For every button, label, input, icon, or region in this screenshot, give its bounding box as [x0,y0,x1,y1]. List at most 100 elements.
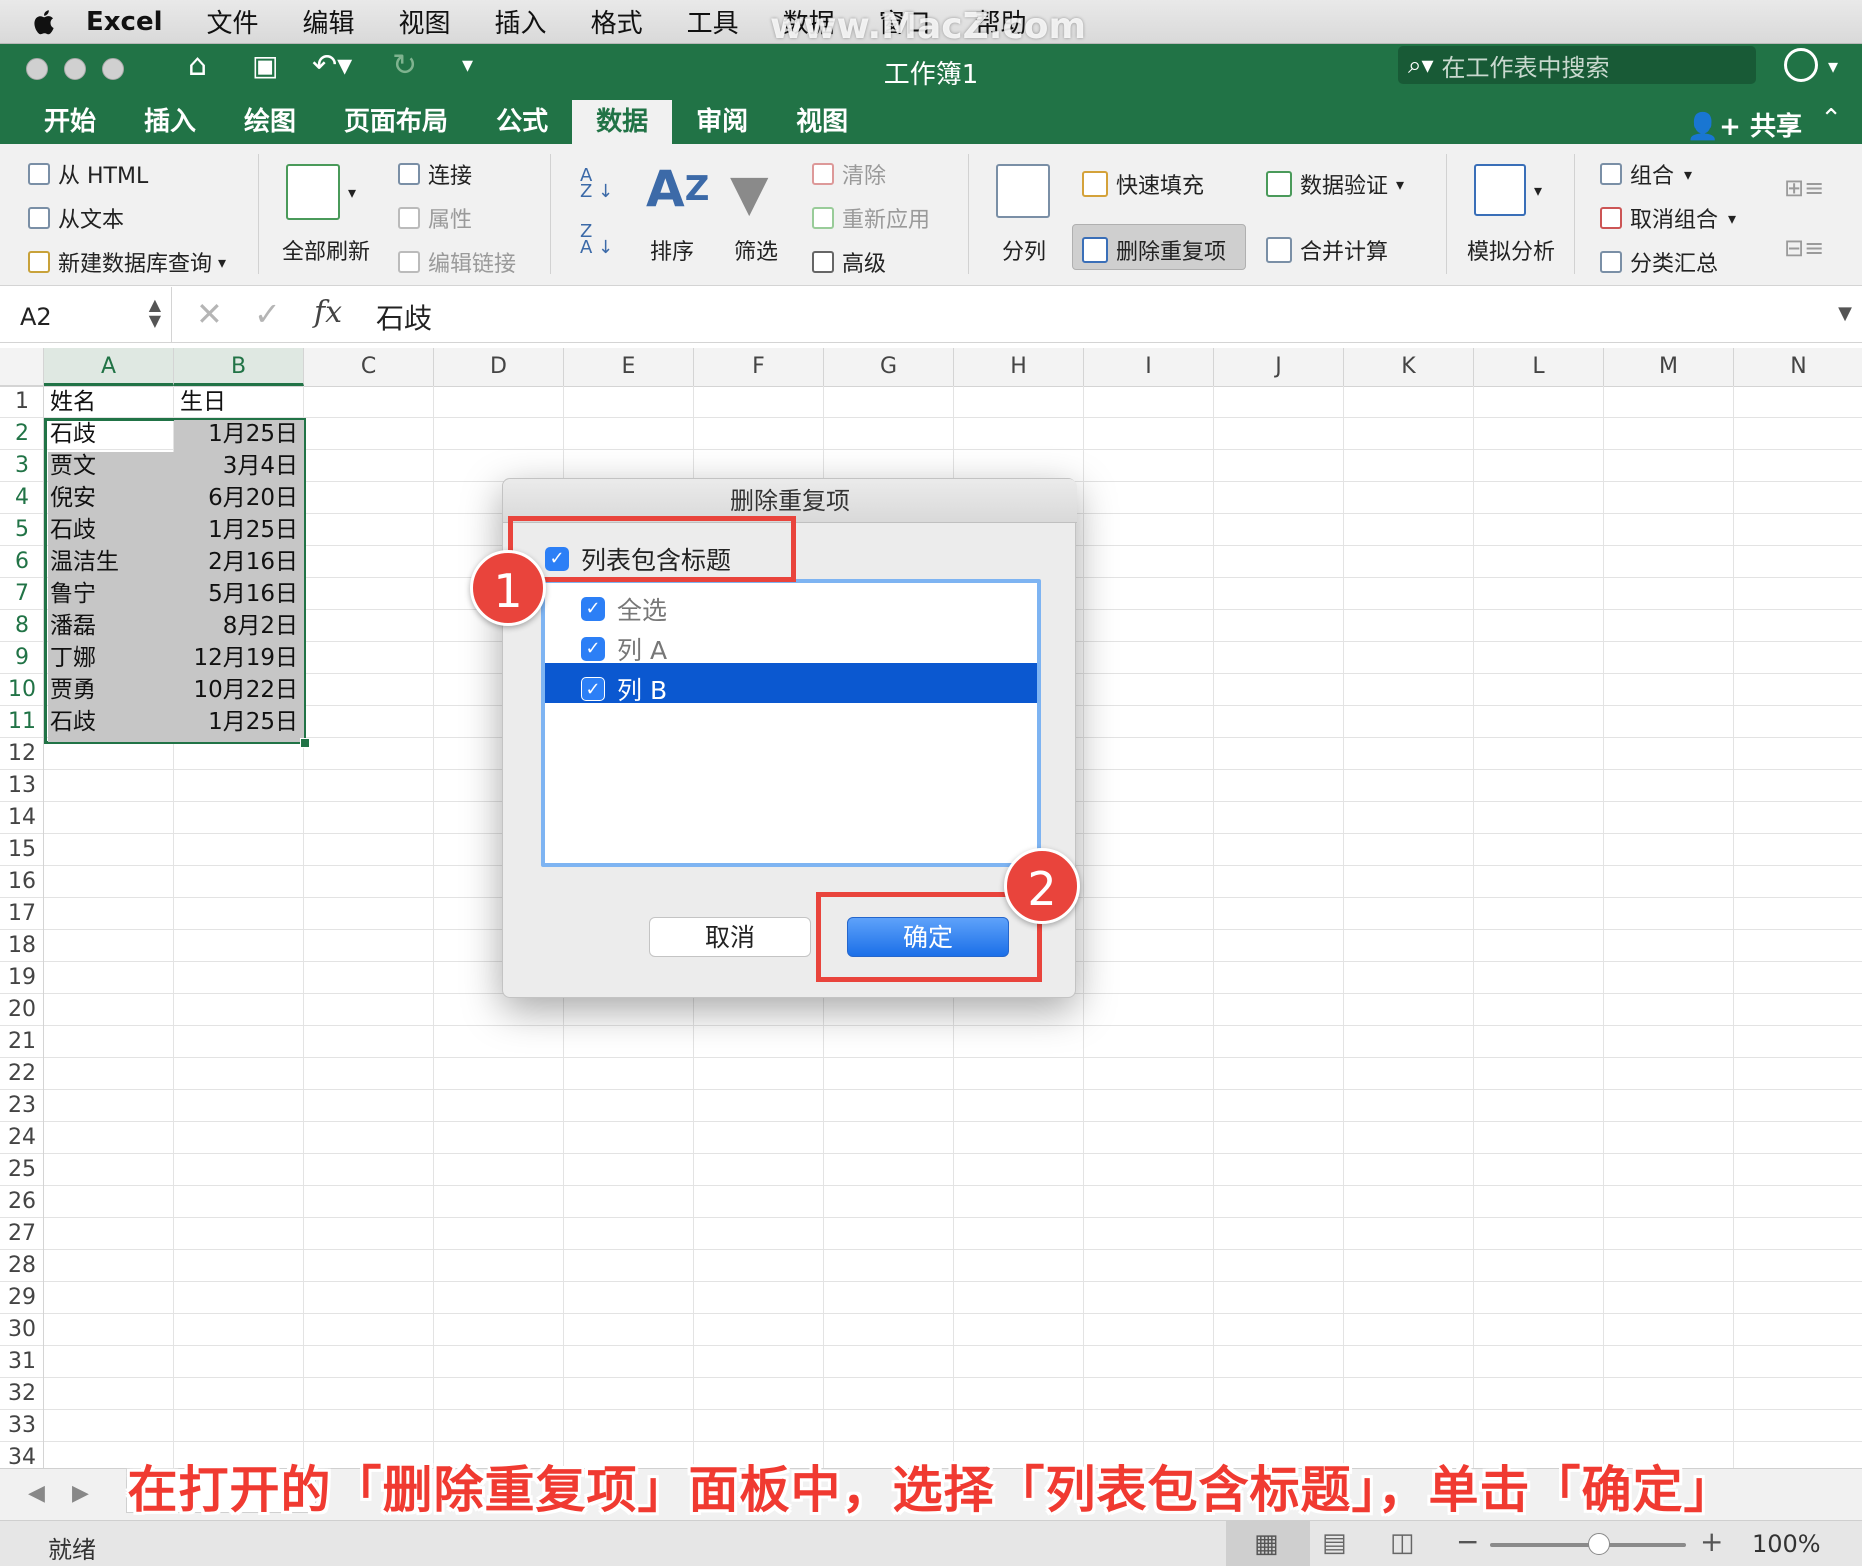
row-header-21[interactable]: 21 [0,1026,44,1058]
sort-button[interactable]: 排序 [632,234,712,266]
row-header-20[interactable]: 20 [0,994,44,1026]
row-header-12[interactable]: 12 [0,738,44,770]
advanced-filter-button[interactable]: 高级 [812,246,886,278]
row-header-8[interactable]: 8 [0,610,44,642]
row-header-16[interactable]: 16 [0,866,44,898]
row-header-30[interactable]: 30 [0,1314,44,1346]
row-header-18[interactable]: 18 [0,930,44,962]
cell-a1[interactable]: 姓名 [44,386,174,418]
row-header-15[interactable]: 15 [0,834,44,866]
share-button[interactable]: 👤+ 共享 [1687,106,1802,143]
tab-review[interactable]: 审阅 [672,100,772,144]
column-header-j[interactable]: J [1214,348,1344,386]
column-header-n[interactable]: N [1734,348,1862,386]
row-header-11[interactable]: 11 [0,706,44,738]
row-header-27[interactable]: 27 [0,1218,44,1250]
fill-handle[interactable] [300,738,310,748]
columns-list[interactable]: ✓ 全选 ✓ 列 A ✓ 列 B [541,579,1041,867]
row-header-23[interactable]: 23 [0,1090,44,1122]
menu-app-name[interactable]: Excel [86,7,163,37]
cell-b2[interactable]: 1月25日 [174,418,304,450]
tab-home[interactable]: 开始 [0,100,120,144]
feedback-dropdown-icon[interactable]: ▾ [1828,48,1838,84]
row-header-1[interactable]: 1 [0,386,44,418]
from-text-button[interactable]: 从文本 [28,202,124,234]
row-header-6[interactable]: 6 [0,546,44,578]
page-layout-view-icon[interactable]: ▤ [1322,1528,1347,1558]
flash-fill-button[interactable]: 快速填充 [1082,168,1204,200]
row-header-14[interactable]: 14 [0,802,44,834]
what-if-analysis-button[interactable]: 模拟分析 [1456,234,1566,266]
cell-b10[interactable]: 10月22日 [174,674,304,706]
zoom-out-icon[interactable]: − [1456,1525,1479,1558]
column-header-g[interactable]: G [824,348,954,386]
row-header-25[interactable]: 25 [0,1154,44,1186]
tab-data[interactable]: 数据 [572,100,673,144]
cell-b8[interactable]: 8月2日 [174,610,304,642]
from-html-button[interactable]: 从 HTML [28,158,148,190]
row-header-13[interactable]: 13 [0,770,44,802]
row-header-31[interactable]: 31 [0,1346,44,1378]
row-header-7[interactable]: 7 [0,578,44,610]
cell-a4[interactable]: 倪安 [44,482,174,514]
column-header-c[interactable]: C [304,348,434,386]
column-header-h[interactable]: H [954,348,1084,386]
cell-a7[interactable]: 鲁宁 [44,578,174,610]
connections-button[interactable]: 连接 [398,158,472,190]
cancel-button[interactable]: 取消 [649,917,811,957]
tab-draw[interactable]: 绘图 [220,100,320,144]
cell-b5[interactable]: 1月25日 [174,514,304,546]
what-if-icon[interactable]: ▾ [1474,164,1542,216]
collapse-ribbon-icon[interactable]: ⌃ [1820,104,1842,134]
tab-view[interactable]: 视图 [772,100,872,144]
select-all-corner[interactable] [0,348,44,386]
menu-tools[interactable]: 工具 [687,3,739,40]
expand-formula-bar-icon[interactable]: ▼ [1838,303,1852,324]
cell-a3[interactable]: 贾文 [44,450,174,482]
cell-b4[interactable]: 6月20日 [174,482,304,514]
filter-icon[interactable]: ▼ [730,164,768,222]
menu-insert[interactable]: 插入 [495,3,547,40]
row-header-19[interactable]: 19 [0,962,44,994]
cell-a10[interactable]: 贾勇 [44,674,174,706]
column-header-a[interactable]: A [44,348,174,386]
cell-a8[interactable]: 潘磊 [44,610,174,642]
column-header-d[interactable]: D [434,348,564,386]
menu-view[interactable]: 视图 [399,3,451,40]
data-validation-button[interactable]: 数据验证 ▾ [1266,168,1404,200]
cell-a6[interactable]: 温洁生 [44,546,174,578]
row-header-5[interactable]: 5 [0,514,44,546]
row-header-29[interactable]: 29 [0,1282,44,1314]
sheet-search-input[interactable]: ⌕▾ 在工作表中搜索 [1398,46,1756,84]
sort-icon[interactable]: AZ [646,160,709,218]
menu-file[interactable]: 文件 [207,3,259,40]
zoom-slider-thumb[interactable] [1587,1533,1610,1555]
ungroup-button[interactable]: 取消组合 ▾ [1600,202,1736,234]
cell-b7[interactable]: 5月16日 [174,578,304,610]
row-header-17[interactable]: 17 [0,898,44,930]
menu-format[interactable]: 格式 [591,3,643,40]
column-b-checkbox[interactable]: ✓ 列 B [581,671,667,707]
feedback-smiley-icon[interactable] [1784,48,1818,82]
tab-page-layout[interactable]: 页面布局 [320,100,472,144]
tab-insert[interactable]: 插入 [120,100,220,144]
group-button[interactable]: 组合 ▾ [1600,158,1692,190]
text-to-columns-button[interactable]: 分列 [984,234,1064,266]
cell-b1[interactable]: 生日 [174,386,304,418]
menu-edit[interactable]: 编辑 [303,3,355,40]
column-a-checkbox[interactable]: ✓ 列 A [581,631,667,667]
row-header-2[interactable]: 2 [0,418,44,450]
cell-b3[interactable]: 3月4日 [174,450,304,482]
column-header-b[interactable]: B [174,348,304,386]
row-header-33[interactable]: 33 [0,1410,44,1442]
tab-formulas[interactable]: 公式 [472,100,572,144]
column-header-e[interactable]: E [564,348,694,386]
filter-button[interactable]: 筛选 [716,234,796,266]
cell-b6[interactable]: 2月16日 [174,546,304,578]
sort-ascending-button[interactable]: AZ ↓ [580,167,613,201]
row-header-3[interactable]: 3 [0,450,44,482]
column-header-k[interactable]: K [1344,348,1474,386]
name-box[interactable]: A2 ▲ ▼ [0,287,172,343]
apple-icon[interactable] [0,8,86,36]
sort-descending-button[interactable]: ZA ↓ [580,223,613,257]
